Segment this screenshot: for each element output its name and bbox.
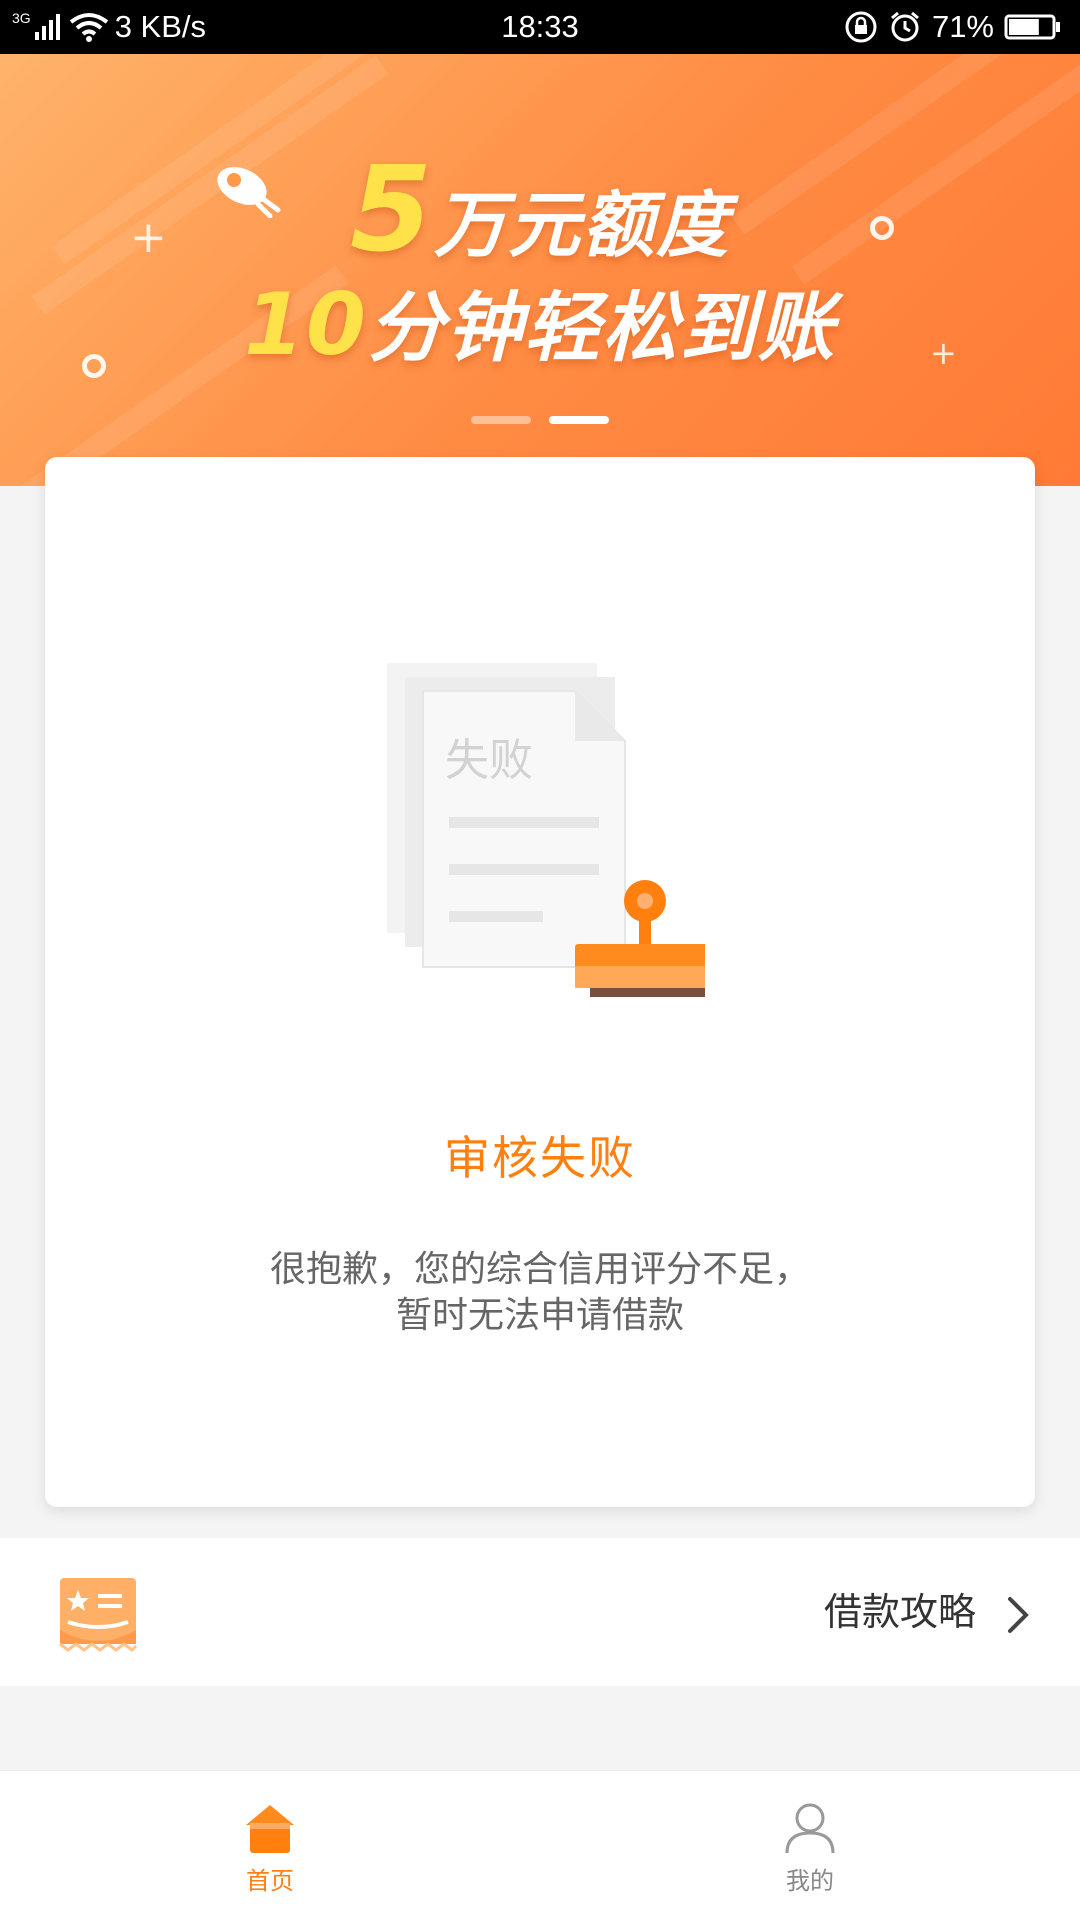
home-icon (246, 1805, 294, 1853)
result-description-line-1: 很抱歉，您的综合信用评分不足， (269, 1249, 810, 1290)
alarm-icon (890, 11, 919, 42)
tab-mine-label: 我的 (786, 1867, 834, 1895)
loan-guide-label: 借款攻略 (823, 1590, 976, 1634)
carousel-dot-active[interactable] (549, 416, 609, 424)
tab-home[interactable]: 首页 (0, 1771, 540, 1920)
user-icon (785, 1803, 835, 1854)
network-speed: 3 KB/s (114, 9, 207, 44)
wifi-icon (69, 13, 108, 42)
tab-mine[interactable]: 我的 (540, 1771, 1080, 1920)
battery-icon (1004, 14, 1060, 40)
banner-minutes-number: 10 (244, 275, 368, 375)
battery-percent: 71% (931, 9, 994, 44)
banner-amount-text: 万元额度 (434, 183, 731, 267)
loan-guide-row[interactable]: 借款攻略 (0, 1538, 1080, 1686)
signal-icon (34, 14, 60, 40)
guide-ticket-icon (59, 1578, 138, 1652)
banner-amount-number: 5 (349, 140, 435, 278)
result-description-line-2: 暂时无法申请借款 (395, 1295, 684, 1336)
promo-banner[interactable]: + + 5万元额度 10分钟轻松到账 (0, 54, 1080, 486)
status-bar: 3G 3 KB/s 18:33 71% (0, 0, 1080, 54)
banner-headline-2: 10分钟轻松到账 (0, 266, 1080, 376)
carousel-dot[interactable] (471, 416, 531, 424)
stamp-fail-text: 失败 (445, 735, 533, 786)
result-card: 失败 审核失败 很抱歉，您的综合信用评分不足， 暂时无法申请借款 (45, 457, 1035, 1507)
bottom-tab-bar: 首页 我的 (0, 1770, 1080, 1920)
banner-headline-1: 5万元额度 (0, 140, 1080, 278)
tab-home-label: 首页 (246, 1867, 294, 1895)
rotation-lock-icon (845, 11, 877, 43)
application-failed-illustration: 失败 (387, 663, 705, 997)
result-description: 很抱歉，您的综合信用评分不足， 暂时无法申请借款 (45, 1247, 1035, 1339)
result-title: 审核失败 (444, 1131, 636, 1185)
network-type-label: 3G (12, 10, 31, 26)
chevron-right-icon (1008, 1597, 1029, 1633)
carousel-indicator (0, 416, 1080, 424)
banner-minutes-text: 分钟轻松到账 (367, 283, 836, 372)
